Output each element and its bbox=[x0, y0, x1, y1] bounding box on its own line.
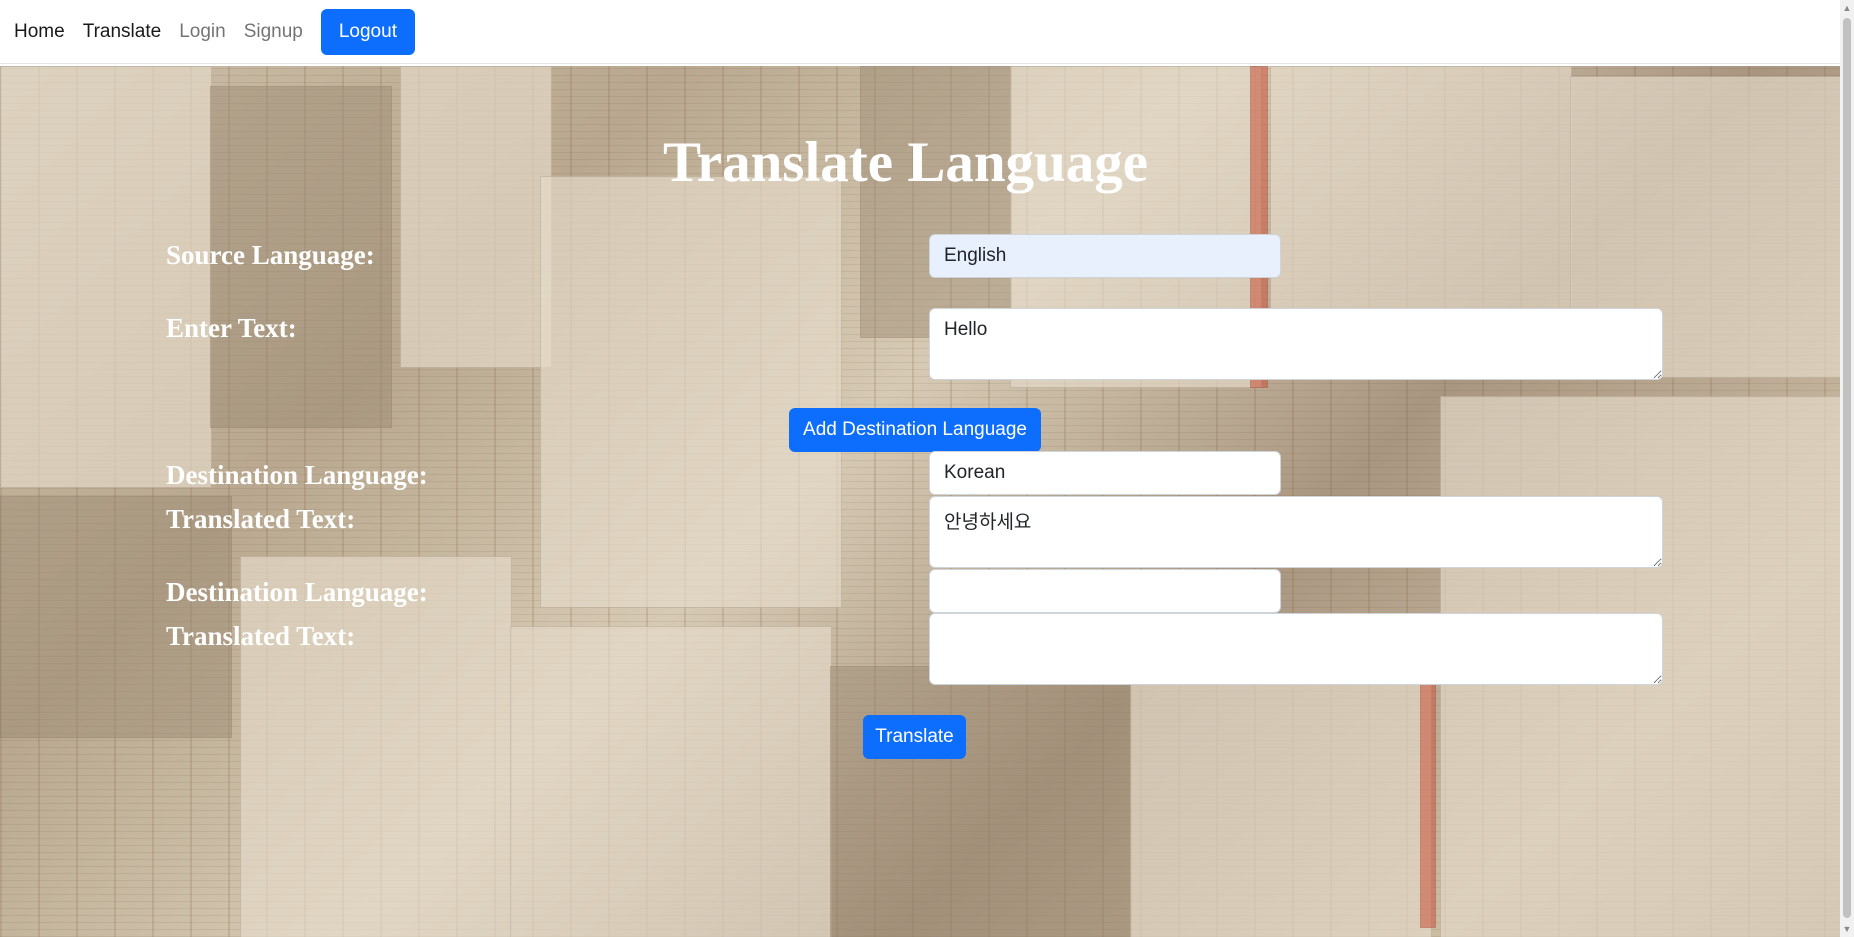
destination-language-input[interactable] bbox=[929, 569, 1281, 613]
book-page-decor bbox=[860, 66, 1012, 338]
book-page-decor bbox=[540, 176, 842, 608]
book-page-decor bbox=[400, 66, 552, 368]
nav-translate-link[interactable]: Translate bbox=[83, 21, 162, 43]
scrollbar-thumb[interactable] bbox=[1843, 18, 1851, 918]
destination-language-input[interactable] bbox=[929, 451, 1281, 495]
book-page-decor bbox=[830, 666, 1132, 937]
scroll-up-arrow-icon[interactable]: ▲ bbox=[1842, 3, 1852, 13]
page-scrollbar[interactable]: ▲ ▼ bbox=[1840, 0, 1854, 937]
nav-login-link[interactable]: Login bbox=[179, 21, 226, 43]
scroll-down-arrow-icon[interactable]: ▼ bbox=[1842, 924, 1852, 934]
source-language-label: Source Language: bbox=[166, 240, 375, 270]
destination-language-label: Destination Language: bbox=[166, 577, 428, 607]
book-page-decor bbox=[240, 556, 512, 937]
logout-button[interactable]: Logout bbox=[320, 8, 415, 55]
destination-language-label: Destination Language: bbox=[166, 460, 428, 490]
book-page-decor bbox=[0, 66, 212, 488]
nav-signup-link[interactable]: Signup bbox=[244, 21, 303, 43]
translate-button[interactable]: Translate bbox=[863, 715, 966, 759]
translated-text-textarea[interactable] bbox=[929, 613, 1663, 685]
page-title: Translate Language bbox=[663, 131, 1149, 194]
book-page-decor bbox=[510, 626, 832, 937]
source-language-input[interactable] bbox=[929, 234, 1281, 278]
translated-text-textarea[interactable]: 안녕하세요 bbox=[929, 496, 1663, 568]
translated-text-label: Translated Text: bbox=[166, 621, 356, 651]
enter-text-label: Enter Text: bbox=[166, 313, 297, 343]
enter-text-textarea[interactable]: Hello bbox=[929, 308, 1663, 380]
top-navbar: Home Translate Login Signup Logout bbox=[0, 0, 1840, 64]
translated-text-label: Translated Text: bbox=[166, 504, 356, 534]
book-page-decor bbox=[1270, 66, 1572, 318]
add-destination-language-button[interactable]: Add Destination Language bbox=[789, 408, 1041, 452]
nav-home-link[interactable]: Home bbox=[14, 21, 65, 43]
